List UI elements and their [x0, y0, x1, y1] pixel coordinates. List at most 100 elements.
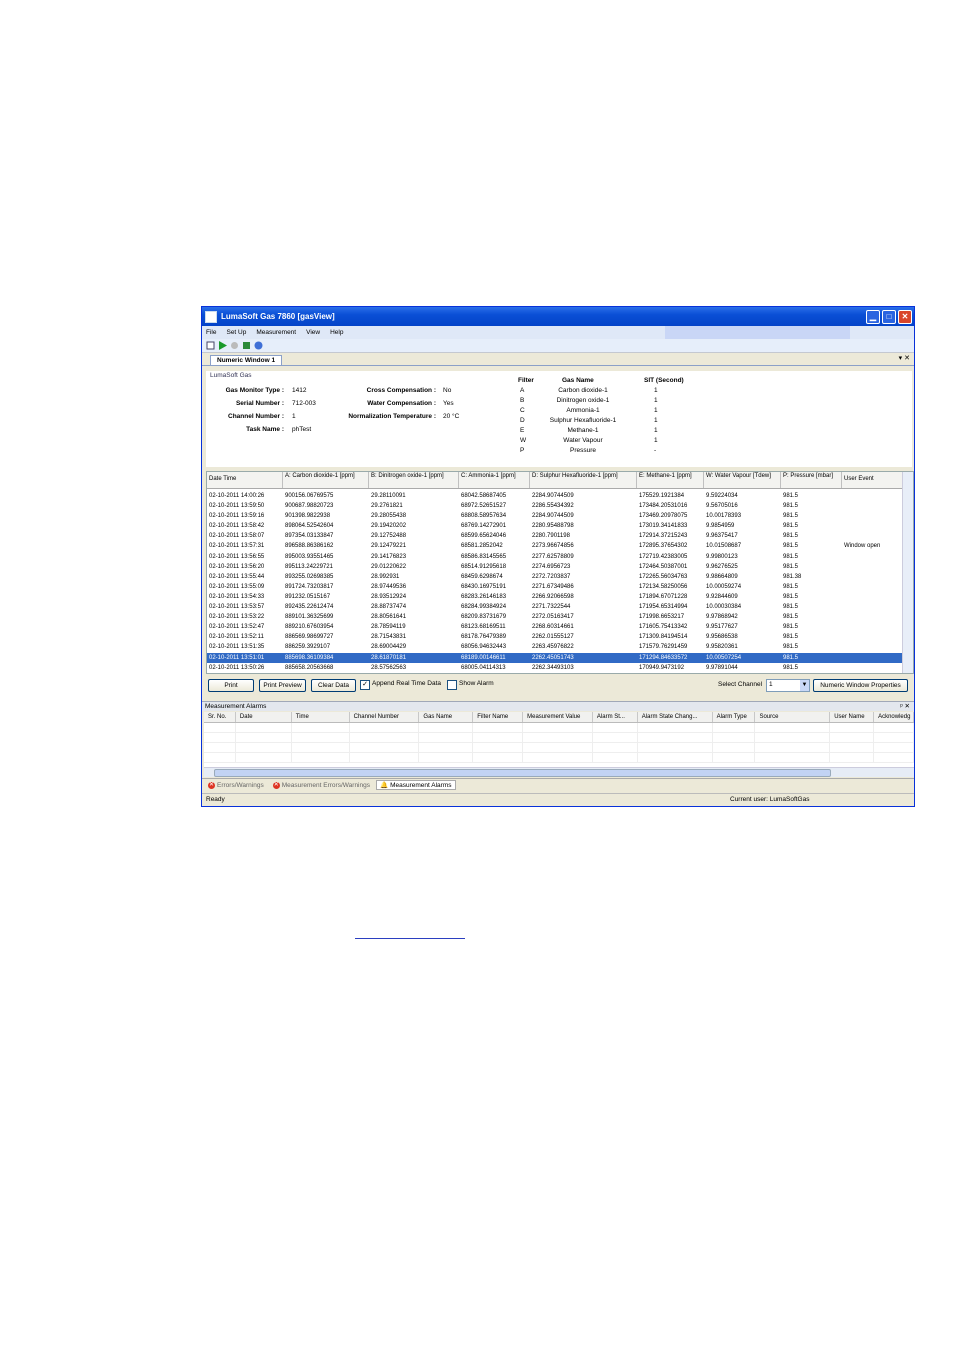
show-alarm-checkbox[interactable]	[447, 680, 457, 690]
append-checkbox[interactable]: ✓	[360, 680, 370, 690]
table-cell: 981.5	[783, 543, 799, 550]
table-row[interactable]: 02-10-2011 13:53:22 889101.36325699 28.805…	[207, 612, 913, 622]
table-row[interactable]: 02-10-2011 13:55:09 891724.73203817 28.974…	[207, 582, 913, 592]
alarm-cell	[755, 723, 831, 732]
alarm-col-header[interactable]: Alarm Type	[713, 712, 756, 722]
table-row[interactable]: 02-10-2011 13:59:50 900687.98820723 29.276…	[207, 501, 913, 511]
tab-controls[interactable]: ▾ ✕	[899, 354, 910, 362]
col-a[interactable]: A: Carbon dioxide-1 [ppm]	[283, 472, 369, 488]
alarm-col-header[interactable]: Measurement Value	[523, 712, 593, 722]
table-cell: 2273.96674856	[532, 543, 574, 550]
table-cell: 10.00507254	[706, 654, 742, 661]
channel-select[interactable]: 1 ▼	[766, 679, 810, 692]
alarm-col-header[interactable]: Date	[236, 712, 292, 722]
table-row[interactable]: 02-10-2011 13:52:11 886569.98699727 28.715…	[207, 632, 913, 642]
alarm-col-header[interactable]: Gas Name	[419, 712, 474, 722]
record-icon[interactable]	[242, 341, 251, 350]
table-row[interactable]: 02-10-2011 13:56:20 895113.24229721 29.012…	[207, 562, 913, 572]
alarm-cell	[292, 723, 350, 732]
scroll-thumb[interactable]	[214, 769, 831, 777]
filter-gas-name: Ammonia-1	[566, 407, 600, 414]
tab-measurement-errors[interactable]: ✕ Measurement Errors/Warnings	[270, 781, 373, 789]
table-cell: 9.92844609	[706, 593, 738, 600]
filter-sit: 1	[654, 407, 658, 414]
menu-view[interactable]: View	[306, 329, 320, 336]
table-cell: 2268.60314661	[532, 624, 574, 631]
table-row[interactable]: 02-10-2011 13:56:55 895003.93551465 29.141…	[207, 552, 913, 562]
alarm-col-header[interactable]: User Name	[830, 712, 875, 722]
table-row[interactable]: 02-10-2011 13:57:31 896588.86386162 29.124…	[207, 541, 913, 551]
table-row[interactable]: 02-10-2011 13:54:33 891232.0515167 28.9351…	[207, 592, 913, 602]
table-row[interactable]: 02-10-2011 13:50:26 885658.20563668 28.575…	[207, 663, 913, 673]
alarm-col-header[interactable]: Alarm State Chang...	[638, 712, 713, 722]
numeric-window-properties-button[interactable]: Numeric Window Properties	[813, 679, 908, 692]
tab-measurement-alarms[interactable]: 🔔 Measurement Alarms	[375, 780, 456, 790]
table-row[interactable]: 02-10-2011 13:58:07 897354.03133847 29.127…	[207, 531, 913, 541]
table-row[interactable]: 02-10-2011 13:58:42 898064.52542604 29.194…	[207, 521, 913, 531]
alarm-col-header[interactable]: Filter Name	[473, 712, 524, 722]
help-icon[interactable]	[254, 341, 263, 350]
table-cell: 172464.50387001	[639, 563, 688, 570]
table-row[interactable]: 02-10-2011 13:59:16 901398.9822938 29.2805…	[207, 511, 913, 521]
col-d[interactable]: D: Sulphur Hexafluoride-1 [ppm]	[530, 472, 637, 488]
task-name-label: Task Name :	[246, 426, 284, 433]
menu-file[interactable]: File	[206, 329, 216, 336]
filter-sit: 1	[654, 397, 658, 404]
alarm-col-header[interactable]: Channel Number	[350, 712, 420, 722]
alarms-horizontal-scrollbar[interactable]	[204, 767, 914, 777]
table-cell: 172914.37215243	[639, 533, 688, 540]
table-row[interactable]: 02-10-2011 13:52:47 889210.67603954 28.785…	[207, 622, 913, 632]
minimize-button[interactable]: ▁	[866, 309, 880, 324]
alarm-col-header[interactable]: Sr. No.	[204, 712, 236, 722]
table-row[interactable]: 02-10-2011 13:51:01 885698.36109384 28.618…	[207, 652, 913, 663]
col-p[interactable]: P: Pressure [mbar]	[781, 472, 842, 488]
filter-gas-name: Water Vapour	[563, 437, 603, 444]
clear-data-button[interactable]: Clear Data	[311, 679, 356, 692]
stop-icon[interactable]	[230, 341, 239, 350]
col-b[interactable]: B: Dinitrogen oxide-1 [ppm]	[369, 472, 459, 488]
table-row[interactable]: 02-10-2011 14:00:26 900156.06769575 29.281…	[207, 491, 913, 501]
table-cell: 02-10-2011 13:52:47	[209, 624, 265, 631]
menu-setup[interactable]: Set Up	[226, 329, 246, 336]
col-date-time[interactable]: Date Time	[207, 472, 283, 488]
window-title: LumaSoft Gas 7860 [gasView]	[221, 312, 335, 321]
data-grid[interactable]: Date Time A: Carbon dioxide-1 [ppm] B: D…	[206, 471, 914, 674]
table-cell: 02-10-2011 13:58:42	[209, 523, 265, 530]
menu-measurement[interactable]: Measurement	[256, 329, 296, 336]
table-row[interactable]: 02-10-2011 13:53:57 892435.22612474 28.887…	[207, 602, 913, 612]
alarm-cell	[350, 723, 420, 732]
col-w[interactable]: W: Water Vapour [Tdew]	[704, 472, 781, 488]
channel-select-value: 1	[769, 681, 773, 688]
underline-link[interactable]	[355, 938, 465, 939]
sit-header: SIT (Second)	[644, 377, 684, 384]
alarm-col-header[interactable]: Acknowledg	[874, 712, 914, 722]
alarm-cell	[638, 743, 713, 752]
tab-numeric-window[interactable]: Numeric Window 1	[210, 355, 283, 365]
print-button[interactable]: Print	[208, 679, 254, 692]
table-cell: 891232.0515167	[285, 593, 331, 600]
print-preview-button[interactable]: Print Preview	[259, 679, 306, 692]
play-icon[interactable]	[218, 341, 227, 350]
col-user-event[interactable]: User Event	[842, 472, 903, 488]
grid-vertical-scrollbar[interactable]	[902, 472, 913, 673]
col-e[interactable]: E: Methane-1 [ppm]	[637, 472, 704, 488]
table-row[interactable]: 02-10-2011 13:55:44 893255.02698385 28.992…	[207, 572, 913, 582]
col-c[interactable]: C: Ammonia-1 [ppm]	[459, 472, 530, 488]
table-cell: 9.9854959	[706, 523, 735, 530]
alarm-col-header[interactable]: Source	[755, 712, 831, 722]
maximize-button[interactable]: □	[882, 309, 896, 324]
table-cell: 10.00059274	[706, 583, 742, 590]
tab-errors-warnings[interactable]: ✕ Errors/Warnings	[205, 781, 267, 789]
alarm-cell	[593, 753, 638, 762]
table-cell: 9.56705016	[706, 503, 738, 510]
table-cell: 2271.7322544	[532, 604, 571, 611]
chevron-down-icon[interactable]: ▼	[800, 680, 809, 691]
alarms-grid[interactable]: Sr. No. Date Time Channel Number Gas Name Fil…	[204, 712, 914, 767]
close-button[interactable]: ✕	[898, 309, 912, 324]
table-row[interactable]: 02-10-2011 13:51:35 886259.3929107 28.6900…	[207, 642, 913, 652]
edit-icon[interactable]	[206, 341, 215, 350]
alarms-controls[interactable]: ᵖ ✕	[900, 702, 910, 712]
menu-help[interactable]: Help	[330, 329, 343, 336]
alarm-col-header[interactable]: Time	[292, 712, 350, 722]
alarm-col-header[interactable]: Alarm St...	[593, 712, 638, 722]
